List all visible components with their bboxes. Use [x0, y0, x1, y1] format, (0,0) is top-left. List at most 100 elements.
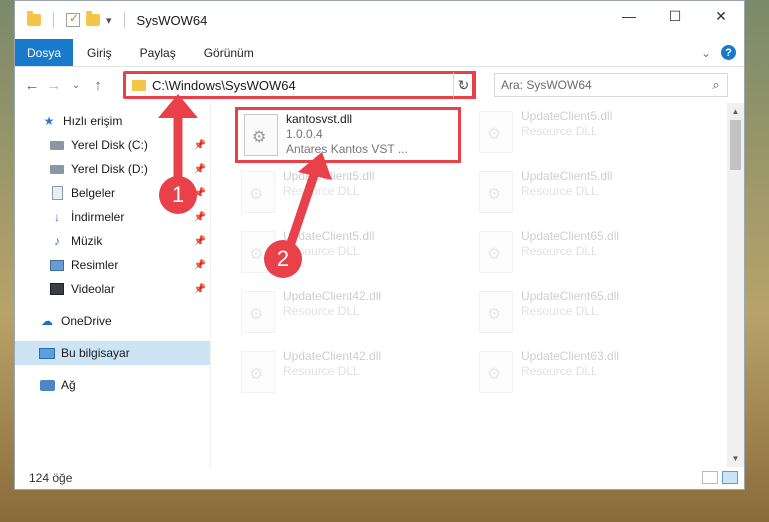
file-item[interactable]: UpdateClient63.dllResource DLL [473, 347, 699, 403]
tab-view[interactable]: Görünüm [190, 39, 268, 66]
pin-icon[interactable]: 📌 [194, 284, 206, 295]
dll-file-icon [244, 114, 278, 156]
network-icon [39, 378, 55, 392]
file-item[interactable]: UpdateClient5.dllResource DLL [235, 167, 461, 223]
pin-icon[interactable]: 📌 [194, 140, 206, 151]
sidebar-item-quick-access[interactable]: ★ Hızlı erişim [15, 109, 210, 133]
file-version: 1.0.0.4 [286, 127, 323, 141]
sidebar-item-videos[interactable]: Videolar 📌 [15, 277, 210, 301]
search-input[interactable]: Ara: SysWOW64 ⌕ [494, 73, 728, 97]
dll-file-icon [479, 231, 513, 273]
sidebar-item-label: Yerel Disk (D:) [71, 162, 148, 176]
title-bar: ▾ SysWOW64 — ☐ ✕ [15, 1, 744, 39]
pin-icon[interactable]: 📌 [194, 164, 206, 175]
file-type: Resource DLL [521, 184, 598, 198]
file-description: Antares Kantos VST ... [286, 142, 408, 156]
sidebar-item-this-pc[interactable]: Bu bilgisayar [15, 341, 210, 365]
folder-icon [27, 11, 41, 26]
file-item[interactable]: UpdateClient65.dllResource DLL [473, 287, 699, 343]
tab-share[interactable]: Paylaş [126, 39, 190, 66]
search-icon[interactable]: ⌕ [705, 77, 727, 93]
callout-step-1: 1 [159, 176, 197, 214]
file-type: Resource DLL [521, 364, 598, 378]
help-icon[interactable]: ? [721, 45, 736, 60]
sidebar-item-label: İndirmeler [71, 210, 125, 224]
file-name: UpdateClient42.dll [283, 349, 382, 363]
address-path[interactable]: C:\Windows\SysWOW64 [152, 78, 452, 93]
star-icon: ★ [43, 114, 55, 128]
dll-file-icon [479, 291, 513, 333]
quick-access-toolbar: ▾ SysWOW64 [15, 11, 208, 28]
sidebar-item-label: Belgeler [71, 186, 116, 200]
videos-icon [49, 282, 65, 296]
drive-icon [49, 162, 65, 176]
expand-ribbon-icon[interactable]: ⌄ [701, 46, 711, 60]
scroll-up-icon[interactable]: ▲ [727, 103, 744, 120]
sidebar-item-label: Müzik [71, 234, 103, 248]
status-bar: 124 öğe [15, 467, 744, 489]
music-icon: ♪ [54, 234, 60, 248]
pin-icon[interactable]: 📌 [194, 260, 206, 271]
drive-icon [49, 138, 65, 152]
new-folder-icon[interactable] [86, 11, 100, 26]
scroll-down-icon[interactable]: ▼ [727, 450, 744, 467]
large-icons-view-icon[interactable] [722, 471, 738, 484]
sidebar-item-onedrive[interactable]: ☁ OneDrive [15, 309, 210, 333]
sidebar-item-network[interactable]: Ağ [15, 373, 210, 397]
forward-arrow-icon[interactable]: → [43, 77, 65, 94]
file-type: Resource DLL [521, 124, 598, 138]
vertical-scrollbar[interactable]: ▲ ▼ [727, 103, 744, 467]
folder-icon [132, 79, 146, 91]
navigation-pane: ★ Hızlı erişim Yerel Disk (C:) 📌 Yerel D… [15, 103, 211, 467]
sidebar-item-label: Videolar [71, 282, 115, 296]
file-item[interactable]: UpdateClient5.dllResource DLL [473, 167, 699, 223]
tab-file[interactable]: Dosya [15, 39, 73, 66]
customize-toolbar-icon[interactable]: ▾ [106, 14, 112, 27]
pin-icon[interactable]: 📌 [194, 212, 206, 223]
search-placeholder: Ara: SysWOW64 [501, 78, 592, 92]
address-row: ← → ⌄ ↑ C:\Windows\SysWOW64 ⌄ ↻ Ara: Sys… [15, 67, 744, 103]
file-item[interactable]: UpdateClient5.dllResource DLL [473, 107, 699, 163]
tab-home[interactable]: Giriş [73, 39, 126, 66]
file-item[interactable]: UpdateClient42.dllResource DLL [235, 287, 461, 343]
pictures-icon [49, 258, 65, 272]
dll-file-icon [479, 171, 513, 213]
minimize-button[interactable]: — [606, 1, 652, 31]
ribbon-tabs: Dosya Giriş Paylaş Görünüm ⌄ ? [15, 39, 744, 67]
sidebar-item-label: Bu bilgisayar [61, 346, 130, 360]
download-icon: ↓ [54, 210, 60, 224]
file-name: kantosvst.dll [286, 112, 353, 126]
recent-locations-icon[interactable]: ⌄ [65, 80, 87, 91]
sidebar-item-pictures[interactable]: Resimler 📌 [15, 253, 210, 277]
maximize-button[interactable]: ☐ [652, 1, 698, 31]
file-name: UpdateClient65.dll [521, 229, 620, 243]
file-type: Resource DLL [521, 244, 598, 258]
dll-file-icon [241, 351, 275, 393]
file-name: UpdateClient65.dll [521, 289, 620, 303]
sidebar-item-local-disk-c[interactable]: Yerel Disk (C:) 📌 [15, 133, 210, 157]
file-name: UpdateClient5.dll [521, 169, 613, 183]
scroll-thumb[interactable] [730, 120, 741, 170]
documents-icon [49, 186, 65, 200]
item-count: 124 öğe [29, 471, 73, 485]
properties-icon[interactable] [66, 11, 80, 27]
divider [53, 12, 54, 28]
dll-file-icon [479, 111, 513, 153]
content-area: ★ Hızlı erişim Yerel Disk (C:) 📌 Yerel D… [15, 103, 744, 467]
file-list: kantosvst.dll 1.0.0.4 Antares Kantos VST… [211, 103, 744, 467]
window-title: SysWOW64 [136, 12, 208, 28]
file-name: UpdateClient63.dll [521, 349, 620, 363]
file-item[interactable]: UpdateClient65.dllResource DLL [473, 227, 699, 283]
back-arrow-icon[interactable]: ← [21, 77, 43, 94]
file-item[interactable]: UpdateClient42.dllResource DLL [235, 347, 461, 403]
sidebar-item-music[interactable]: ♪ Müzik 📌 [15, 229, 210, 253]
file-item-kantosvst[interactable]: kantosvst.dll 1.0.0.4 Antares Kantos VST… [235, 107, 461, 163]
refresh-button[interactable]: ↻ [453, 71, 476, 99]
address-bar[interactable]: C:\Windows\SysWOW64 ⌄ [123, 71, 475, 99]
sidebar-item-label: Hızlı erişim [63, 114, 123, 128]
details-view-icon[interactable] [702, 471, 718, 484]
pin-icon[interactable]: 📌 [194, 236, 206, 247]
divider [123, 12, 125, 28]
close-button[interactable]: ✕ [698, 1, 744, 31]
up-arrow-icon[interactable]: ↑ [87, 77, 109, 94]
